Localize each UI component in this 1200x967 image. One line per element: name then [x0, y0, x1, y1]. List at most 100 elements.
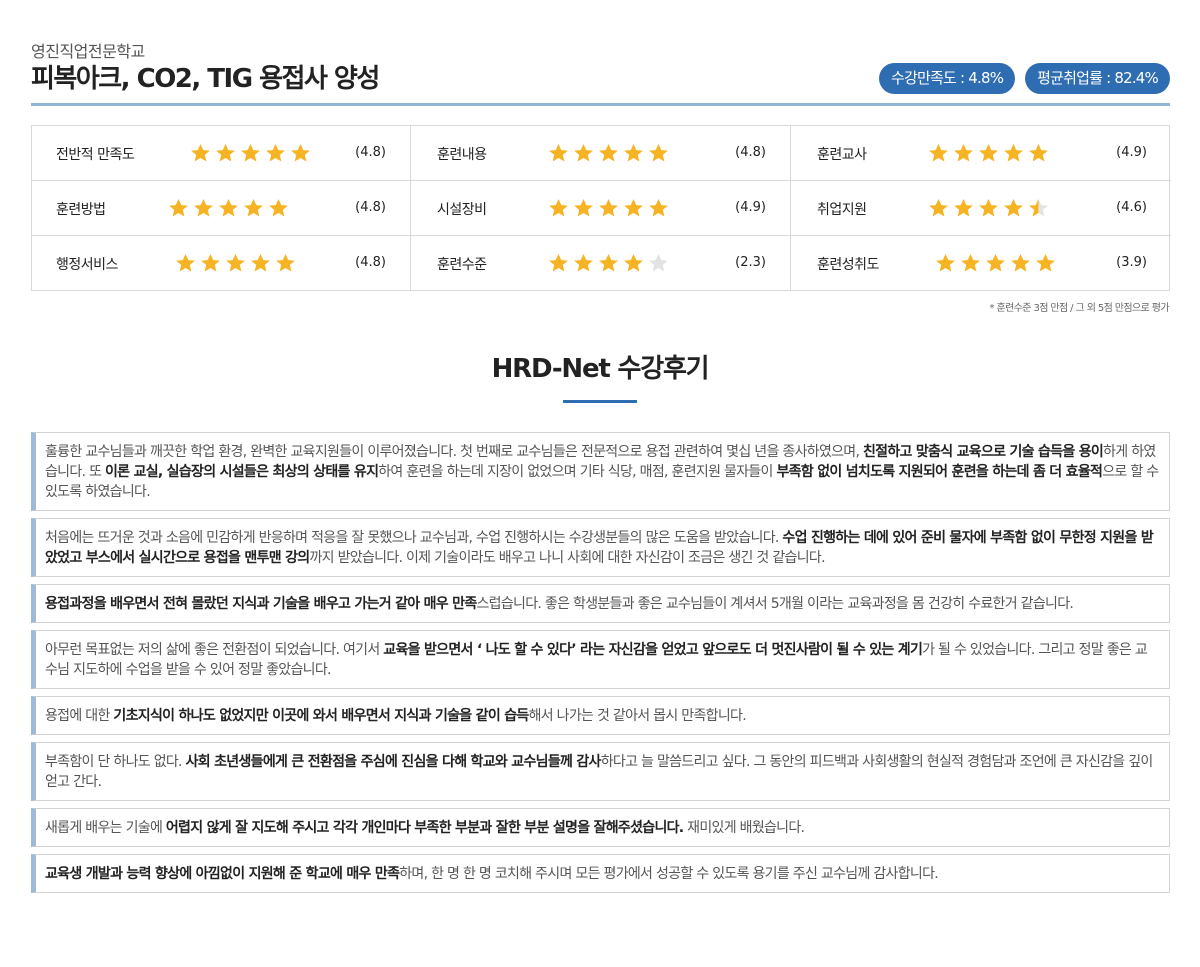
review-text: 처음에는 뜨거운 것과 소음에 민감하게 반응하며 적응을 잘 못했으나 교수님… — [45, 530, 783, 546]
title-underline — [563, 400, 637, 403]
rating-score: (3.9) — [1116, 255, 1147, 270]
review-item: 새롭게 배우는 기술에 어렵지 않게 잘 지도해 주시고 각각 개인마다 부족한… — [31, 808, 1170, 847]
star-icon — [549, 254, 568, 272]
rating-cell: 훈련교사 (4.9) — [791, 126, 1171, 181]
section-title: HRD-Net 수강후기 — [491, 354, 710, 384]
star-icon — [599, 199, 618, 217]
star-rating — [548, 143, 669, 163]
star-icon — [226, 254, 245, 272]
star-icon — [574, 144, 593, 162]
rating-label: 훈련방법 — [56, 202, 106, 218]
star-icon — [599, 254, 618, 272]
star-icon — [276, 254, 295, 272]
rating-footnote: * 훈련수준 3점 만점 / 그 외 5점 만점으로 평가 — [989, 303, 1169, 314]
star-icon — [1029, 144, 1048, 162]
rating-score: (4.8) — [355, 200, 386, 215]
rating-label: 훈련내용 — [437, 147, 487, 163]
rating-label: 훈련성취도 — [817, 257, 879, 273]
rating-score: (4.8) — [355, 145, 386, 160]
star-rating — [928, 198, 1049, 218]
review-item: 부족함이 단 하나도 없다. 사회 초년생들에게 큰 전환점을 주심에 진심을 … — [31, 742, 1170, 801]
rating-cell: 전반적 만족도 (4.8) — [32, 126, 411, 181]
rating-cell: 훈련수준 (2.3) — [411, 236, 791, 291]
star-rating — [928, 143, 1049, 163]
star-icon — [216, 144, 235, 162]
review-highlight: 친절하고 맞춤식 교육으로 기술 습득을 용이 — [862, 444, 1104, 460]
rating-score: (4.9) — [735, 200, 766, 215]
rating-cell: 취업지원 (4.6) — [791, 181, 1171, 236]
star-icon — [936, 254, 955, 272]
rating-score: (4.6) — [1116, 200, 1147, 215]
star-icon — [979, 199, 998, 217]
star-icon — [169, 199, 188, 217]
review-text: 훌륭한 교수님들과 깨끗한 학업 환경, 완벽한 교육지원들이 이루어졌습니다.… — [45, 444, 863, 460]
star-icon — [929, 199, 948, 217]
star-icon — [624, 144, 643, 162]
star-icon — [599, 144, 618, 162]
star-rating — [190, 143, 311, 163]
star-icon — [929, 144, 948, 162]
ratings-table: 전반적 만족도 (4.8) 훈련내용 (4.8) 훈련교사 (4.9) 훈련방법… — [31, 125, 1171, 291]
employment-rate-badge: 평균취업률 : 82.4% — [1025, 63, 1170, 94]
rating-score: (4.8) — [355, 255, 386, 270]
star-icon — [624, 199, 643, 217]
star-icon — [194, 199, 213, 217]
rating-cell: 훈련내용 (4.8) — [411, 126, 791, 181]
review-item: 용접에 대한 기초지식이 하나도 없었지만 이곳에 와서 배우면서 지식과 기술… — [31, 696, 1170, 735]
rating-cell: 훈련성취도 (3.9) — [791, 236, 1171, 291]
course-title: 피복아크, CO2, TIG 용접사 양성 — [31, 64, 380, 94]
review-text: 까지 받았습니다. 이제 기술이라도 배우고 나니 사회에 대한 자신감이 조금… — [309, 550, 825, 566]
star-icon — [1004, 144, 1023, 162]
star-icon — [1004, 199, 1023, 217]
review-highlight: 교육생 개발과 능력 향상에 아낌없이 지원해 준 학교에 매우 만족 — [45, 866, 400, 882]
star-icon — [251, 254, 270, 272]
review-text: 하며, 한 명 한 명 코치해 주시며 모든 평가에서 성공할 수 있도록 용기… — [399, 866, 939, 882]
star-icon — [241, 144, 260, 162]
star-icon — [649, 144, 668, 162]
star-icon — [961, 254, 980, 272]
page-header: 영진직업전문학교 피복아크, CO2, TIG 용접사 양성 수강만족도 : 4… — [31, 36, 1170, 106]
review-highlight: 사회 초년생들에게 큰 전환점을 주심에 진심을 다해 학교와 교수님들께 감사 — [185, 754, 602, 770]
star-rating — [168, 198, 289, 218]
star-icon — [986, 254, 1005, 272]
star-rating — [935, 253, 1056, 273]
star-rating — [548, 198, 669, 218]
review-highlight: 용접과정을 배우면서 전혀 몰랐던 지식과 기술을 배우고 가는거 같아 매우 … — [45, 596, 477, 612]
star-rating — [548, 253, 669, 273]
review-item: 교육생 개발과 능력 향상에 아낌없이 지원해 준 학교에 매우 만족하며, 한… — [31, 854, 1170, 893]
review-highlight: 부족함 없이 넘치도록 지원되어 훈련을 하는데 좀 더 효율적 — [776, 464, 1103, 480]
star-icon — [201, 254, 220, 272]
review-highlight: 기초지식이 하나도 없었지만 이곳에 와서 배우면서 지식과 기술을 같이 습득 — [113, 708, 529, 724]
rating-score: (4.8) — [735, 145, 766, 160]
rating-label: 훈련수준 — [437, 257, 487, 273]
star-icon — [649, 199, 668, 217]
rating-label: 시설장비 — [437, 202, 487, 218]
star-icon — [291, 144, 310, 162]
rating-label: 전반적 만족도 — [56, 147, 135, 163]
star-icon — [176, 254, 195, 272]
review-item: 처음에는 뜨거운 것과 소음에 민감하게 반응하며 적응을 잘 못했으나 교수님… — [31, 518, 1170, 577]
review-list: 훌륭한 교수님들과 깨끗한 학업 환경, 완벽한 교육지원들이 이루어졌습니다.… — [31, 432, 1170, 900]
rating-label: 행정서비스 — [56, 257, 118, 273]
rating-score: (2.3) — [735, 255, 766, 270]
satisfaction-badge: 수강만족도 : 4.8% — [879, 63, 1016, 94]
review-item: 아무런 목표없는 저의 삶에 좋은 전환점이 되었습니다. 여기서 교육을 받으… — [31, 630, 1170, 689]
stat-badges: 수강만족도 : 4.8% 평균취업률 : 82.4% — [879, 63, 1170, 94]
star-icon — [649, 254, 668, 272]
review-highlight: 교육을 받으면서 ‘ 나도 할 수 있다’ 라는 자신감을 얻었고 앞으로도 더… — [383, 642, 923, 658]
review-text: 아무런 목표없는 저의 삶에 좋은 전환점이 되었습니다. 여기서 — [45, 642, 384, 658]
rating-cell: 시설장비 (4.9) — [411, 181, 791, 236]
review-text: 재미있게 배웠습니다. — [683, 820, 805, 836]
rating-cell: 훈련방법 (4.8) — [32, 181, 411, 236]
star-icon — [549, 144, 568, 162]
rating-score: (4.9) — [1116, 145, 1147, 160]
star-icon — [954, 199, 973, 217]
star-icon — [549, 199, 568, 217]
rating-cell: 행정서비스 (4.8) — [32, 236, 411, 291]
review-text: 해서 나가는 것 같아서 몹시 만족합니다. — [528, 708, 747, 724]
star-icon — [574, 254, 593, 272]
star-icon — [1036, 254, 1055, 272]
star-icon — [954, 144, 973, 162]
review-text: 새롭게 배우는 기술에 — [45, 820, 166, 836]
star-icon — [1011, 254, 1030, 272]
